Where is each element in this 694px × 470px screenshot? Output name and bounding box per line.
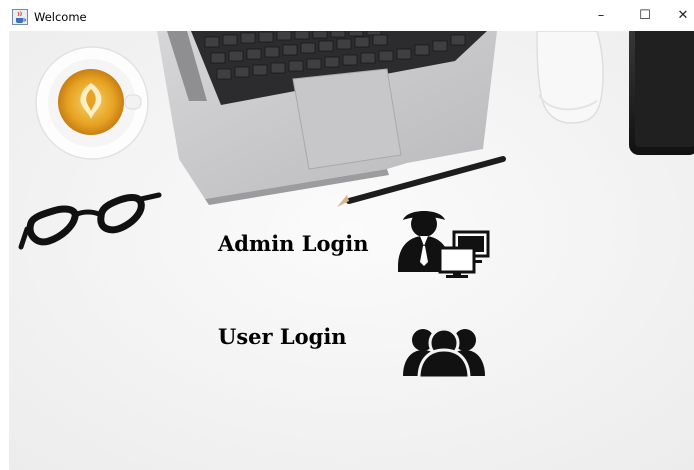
minimize-icon: – [597,8,605,23]
close-icon: ✕ [677,8,689,23]
close-button[interactable]: ✕ [660,0,694,31]
admin-login-label[interactable]: Admin Login [218,231,368,256]
welcome-panel: Admin Login User Login [9,31,694,470]
window-title: Welcome [34,10,87,24]
coffee-cup-image [35,46,149,160]
user-login-label[interactable]: User Login [218,324,347,349]
phone-image [629,31,694,155]
maximize-icon: ☐ [639,8,651,23]
mouse-image [536,31,604,124]
java-app-icon [12,9,28,25]
title-bar: Welcome – ☐ ✕ [0,0,694,31]
admin-computer-icon[interactable] [394,208,490,278]
users-group-icon[interactable] [401,326,487,378]
minimize-button[interactable]: – [578,0,624,31]
